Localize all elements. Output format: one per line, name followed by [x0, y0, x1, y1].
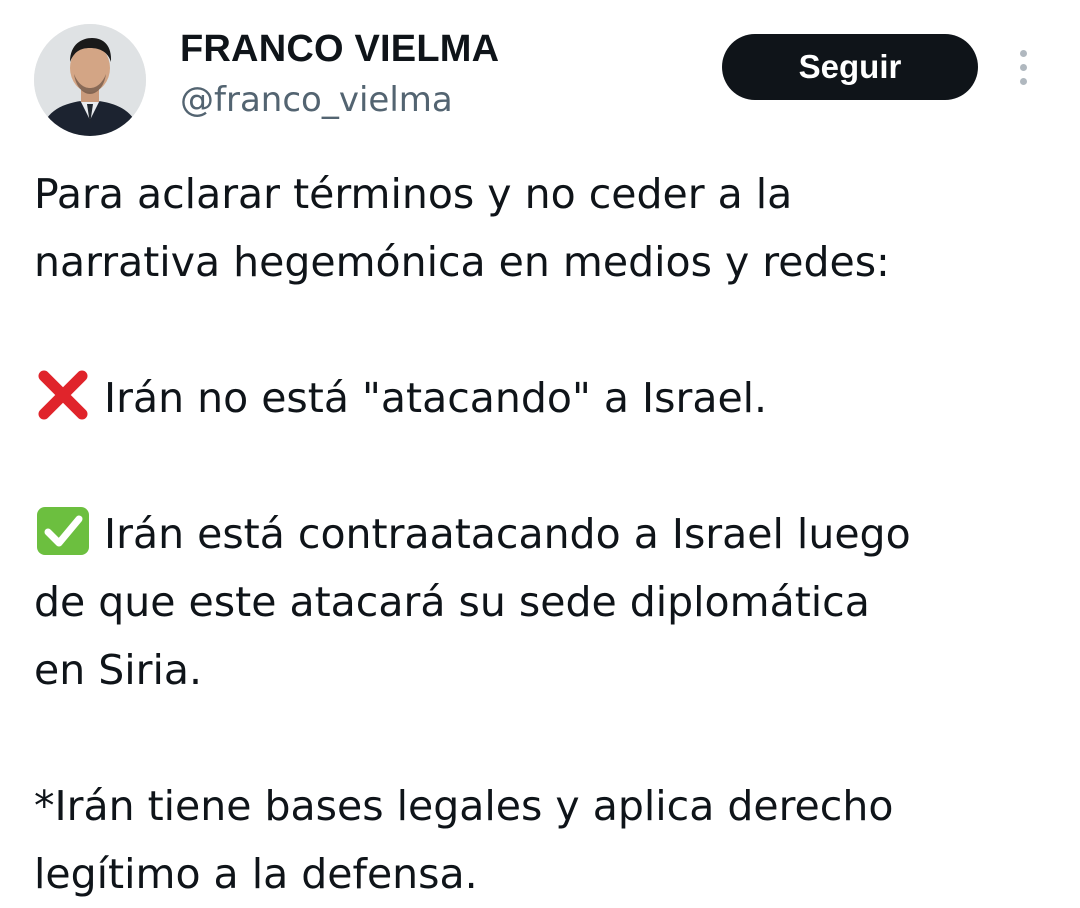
tweet-header: FRANCO VIELMA @franco_vielma Seguir: [0, 0, 1080, 140]
more-dot: [1020, 50, 1027, 57]
cross-mark-icon: [34, 370, 92, 420]
more-dot: [1020, 78, 1027, 85]
more-vertical-icon[interactable]: [1010, 44, 1038, 90]
profile-photo-icon: [34, 24, 146, 136]
author-display-name[interactable]: FRANCO VIELMA: [180, 26, 499, 72]
follow-button[interactable]: Seguir: [722, 34, 978, 100]
avatar[interactable]: [34, 24, 146, 136]
tweet-line: de que este atacará su sede diplomática: [34, 578, 870, 626]
tweet-line: legítimo a la defensa.: [34, 850, 478, 898]
tweet-paragraph-footnote: *Irán tiene bases legales y aplica derec…: [34, 772, 1064, 908]
tweet-text: Para aclarar términos y no ceder a la na…: [34, 160, 1064, 908]
author-handle[interactable]: @franco_vielma: [180, 78, 453, 122]
tweet-line: narrativa hegemónica en medios y redes:: [34, 238, 890, 286]
tweet-line: Irán no está "atacando" a Israel.: [104, 374, 768, 422]
more-dot: [1020, 64, 1027, 71]
check-mark-button-icon: [34, 506, 92, 556]
tweet-paragraph-check: Irán está contraatacando a Israel luego …: [34, 500, 1064, 704]
tweet-line: Irán está contraatacando a Israel luego: [104, 510, 911, 558]
tweet-line: *Irán tiene bases legales y aplica derec…: [34, 782, 894, 830]
tweet-line: Para aclarar términos y no ceder a la: [34, 170, 793, 218]
tweet-paragraph-cross: Irán no está "atacando" a Israel.: [34, 364, 1064, 432]
tweet-line: en Siria.: [34, 646, 203, 694]
tweet-paragraph-intro: Para aclarar términos y no ceder a la na…: [34, 160, 1064, 296]
